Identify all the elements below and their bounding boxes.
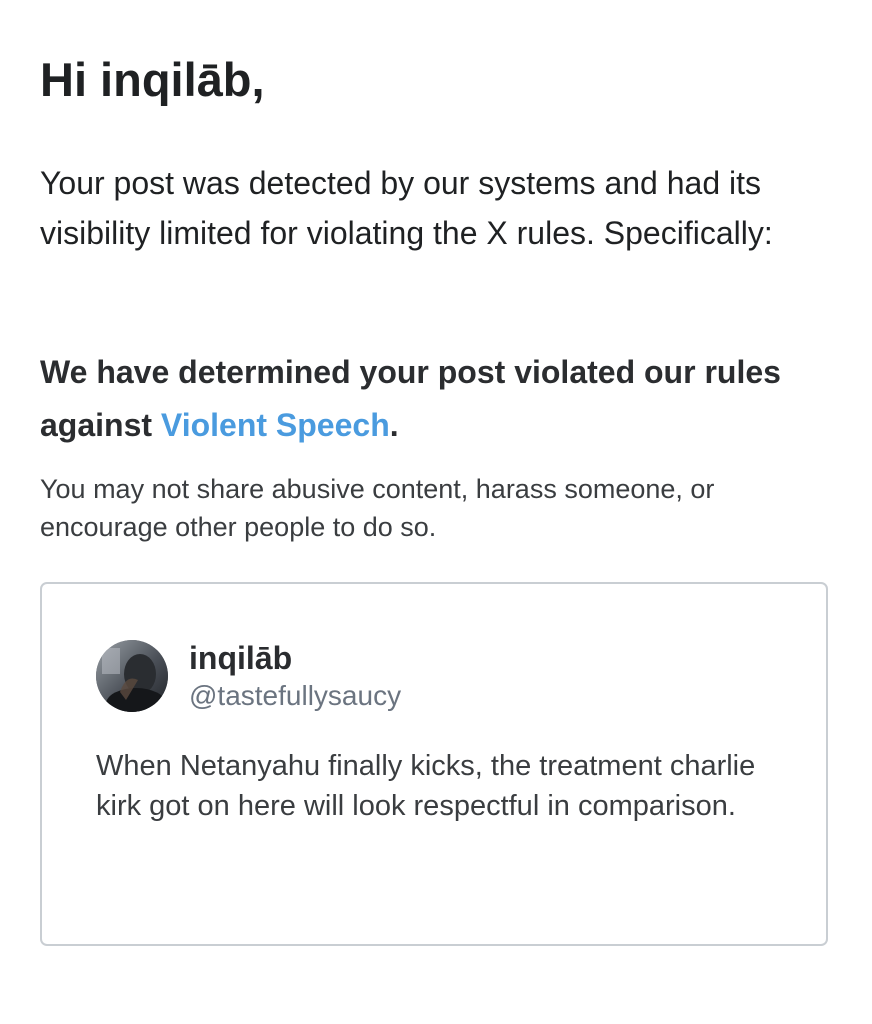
user-avatar[interactable] bbox=[96, 640, 168, 712]
rule-explanation: You may not share abusive content, haras… bbox=[40, 474, 715, 542]
post-author-name[interactable]: inqilāb bbox=[189, 638, 292, 678]
violation-statement-suffix: . bbox=[389, 407, 399, 443]
avatar-image-icon bbox=[96, 640, 168, 712]
intro-paragraph: Your post was detected by our systems an… bbox=[40, 165, 773, 251]
post-text: When Netanyahu finally kicks, the treatm… bbox=[96, 750, 756, 822]
violation-statement: We have determined your post violated ou… bbox=[40, 346, 830, 452]
violent-speech-rule-link[interactable]: Violent Speech bbox=[161, 407, 390, 443]
post-author-handle[interactable]: @tastefullysaucy bbox=[189, 678, 401, 714]
quoted-post-card[interactable]: inqilāb @tastefullysaucy When Netanyahu … bbox=[40, 582, 828, 946]
greeting-heading: Hi inqilāb, bbox=[40, 53, 265, 106]
violation-statement-prefix: We have determined your post violated ou… bbox=[40, 354, 781, 443]
